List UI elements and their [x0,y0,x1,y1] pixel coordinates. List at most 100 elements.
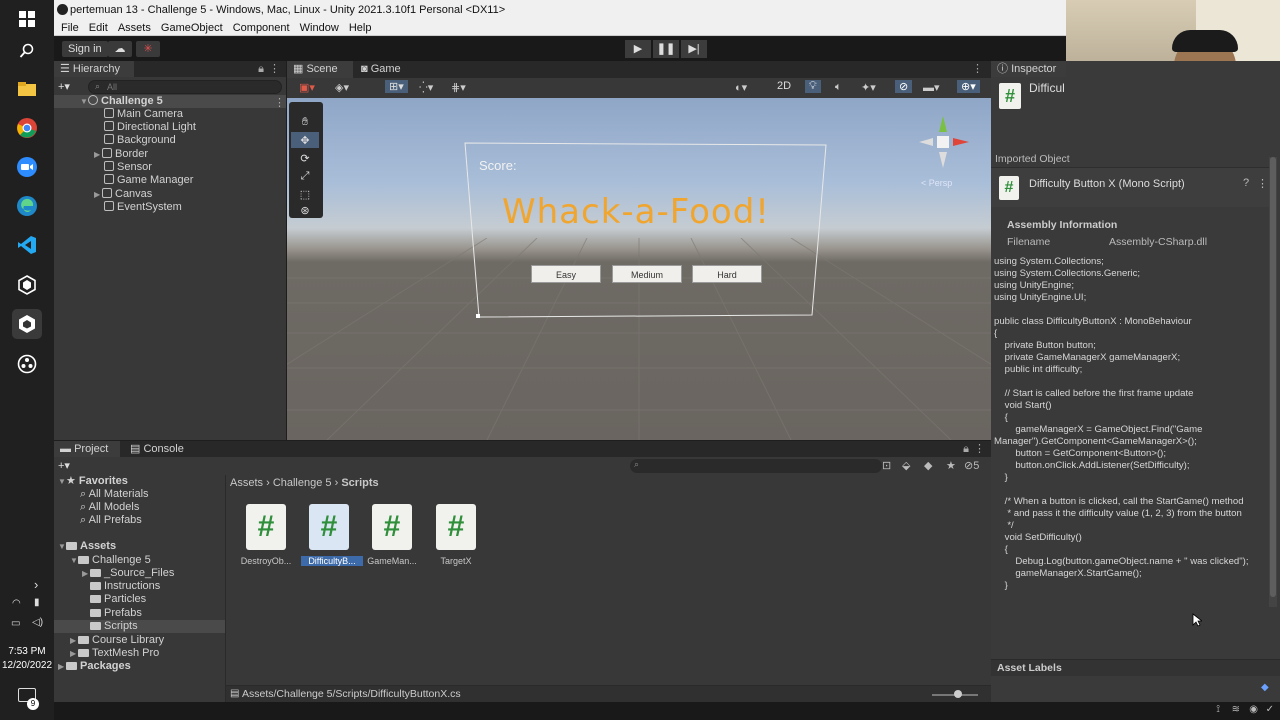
favorite-all-models[interactable]: ⌕ All Models [54,501,225,514]
search-by-type-icon[interactable]: ⊡ [882,459,891,472]
layers-icon[interactable]: ≋ [1232,704,1240,715]
folder-challenge-5[interactable]: ▼ Challenge 5 [54,554,225,567]
menu-help[interactable]: Help [349,22,372,34]
rotate-tool-icon[interactable]: ⟳ [291,150,319,166]
rect-tool-icon[interactable]: ⬚ [291,186,319,202]
hierarchy-item-canvas[interactable]: ▶ Canvas [54,188,286,201]
breadcrumb-scripts[interactable]: Scripts [341,477,378,489]
assets-row[interactable]: ▼ Assets [54,540,225,553]
favorites-row[interactable]: ▼★ Favorites [54,475,225,488]
shading-mode-icon[interactable]: ◈▾ [335,81,349,94]
tab-game[interactable]: ◙ Game [355,61,411,78]
hard-button[interactable]: Hard [692,265,762,283]
hand-tool-icon[interactable]: ✋︎ [291,114,319,130]
hierarchy-item-border[interactable]: ▶ Border [54,148,286,161]
hierarchy-search-input[interactable]: ⌕ All [88,80,282,94]
lock-icon[interactable]: 🔒︎ [258,63,264,76]
icon-size-slider[interactable] [932,690,978,698]
obs-icon[interactable] [12,349,42,379]
tag-icon[interactable]: ◆ [1261,682,1269,693]
zoom-icon[interactable] [12,152,42,182]
orientation-gizmo[interactable] [915,112,975,172]
expand-arrow-icon[interactable]: ▶ [94,188,102,201]
audio-toggle-icon[interactable]: 🔈︎ [835,81,842,94]
scale-tool-icon[interactable]: ⤢ [291,168,319,184]
sign-in-button[interactable]: Sign in [62,41,108,57]
camera-icon[interactable]: ▬▾ [923,81,940,94]
file-explorer-icon[interactable] [12,74,42,104]
packages-row[interactable]: ▶ Packages [54,660,225,673]
expand-arrow-icon[interactable]: ▶ [94,148,102,161]
pause-button[interactable]: ❚❚ [653,40,679,58]
cloud-sync-icon[interactable]: ◉ [1249,704,1258,715]
render-mode-icon[interactable]: ◐▾ [735,81,747,94]
2d-toggle-button[interactable]: 2D [773,80,795,92]
effects-icon[interactable]: ✦▾ [861,81,876,94]
speaker-icon[interactable]: ◁) [32,617,43,628]
easy-button[interactable]: Easy [531,265,601,283]
perspective-label[interactable]: < Persp [921,178,952,188]
file-label[interactable]: GameMan... [361,556,423,566]
play-button[interactable]: ▶ [625,40,651,58]
hierarchy-item-directional-light[interactable]: Directional Light [54,121,286,134]
hierarchy-item-main-camera[interactable]: Main Camera [54,108,286,121]
expand-arrow-icon[interactable]: ▶ [70,647,78,660]
step-button[interactable]: ▶| [681,40,707,58]
visibility-icon[interactable]: ⊘ [895,80,913,93]
tab-hierarchy[interactable]: ☰ Hierarchy [54,61,134,77]
grid-settings-icon[interactable]: ⋕▾ [451,81,466,94]
folder-textmesh-pro[interactable]: ▶ TextMesh Pro [54,647,225,660]
hierarchy-item-eventsystem[interactable]: EventSystem [54,201,286,214]
expand-arrow-icon[interactable]: ▶ [82,567,90,580]
scene-viewport[interactable]: Score: Whack-a-Food! Easy Medium Hard ✋︎… [287,98,991,440]
script-file-icon[interactable]: # [309,504,349,550]
expand-arrow-icon[interactable]: ▼ [80,95,88,108]
project-create-button[interactable]: +▾ [58,459,70,472]
label-filter-icon[interactable]: ◆ [924,459,932,472]
gizmos-icon[interactable]: ⊕▾ [957,80,980,93]
expand-arrow-icon[interactable]: ▶ [70,634,78,647]
windows-start-icon[interactable] [12,4,42,34]
hierarchy-item-sensor[interactable]: Sensor [54,161,286,174]
folder-prefabs[interactable]: Prefabs [54,607,225,620]
clock-time[interactable]: 7:53 PM [0,646,54,657]
show-hidden-icons-icon[interactable]: › [34,577,38,592]
file-label[interactable]: DestroyOb... [235,556,297,566]
tab-project[interactable]: ▬ Project [54,441,120,457]
expand-arrow-icon[interactable]: ▶ [58,660,66,673]
search-icon[interactable] [12,36,42,66]
medium-button[interactable]: Medium [612,265,682,283]
menu-window[interactable]: Window [300,22,339,34]
breadcrumb-assets[interactable]: Assets [230,477,263,489]
hidden-packages-toggle[interactable]: ⊘5 [964,459,979,472]
transform-space-icon[interactable]: ⊞▾ [385,80,408,93]
scene-more-options-icon[interactable]: ⋮ [972,62,983,75]
hierarchy-item-background[interactable]: Background [54,134,286,147]
favorite-all-materials[interactable]: ⌕ All Materials [54,488,225,501]
score-text[interactable]: Score: [479,158,517,173]
menu-file[interactable]: File [61,22,79,34]
tab-inspector[interactable]: ⓘ Inspector [991,61,1066,77]
search-by-label-icon[interactable]: ⬙ [902,459,910,472]
unity-editor-icon[interactable] [12,309,42,339]
move-tool-icon[interactable]: ✥ [291,132,319,148]
chrome-icon[interactable] [12,113,42,143]
scrollbar-thumb[interactable] [1270,157,1276,597]
lighting-toggle-icon[interactable]: 💡︎ [805,80,821,93]
slider-handle[interactable] [954,690,962,698]
lock-icon[interactable]: 🔒︎ [963,443,969,456]
folder-instructions[interactable]: Instructions [54,580,225,593]
folder-particles[interactable]: Particles [54,593,225,606]
vscode-icon[interactable] [12,230,42,260]
snapping-icon[interactable]: ⁛▾ [419,81,433,94]
favorite-all-prefabs[interactable]: ⌕ All Prefabs [54,514,225,527]
game-title-text[interactable]: Whack-a-Food! [502,192,770,232]
project-search-input[interactable]: ⌕ [630,459,882,473]
transform-tool-icon[interactable]: ⊛ [291,202,319,218]
breadcrumb-challenge-5[interactable]: Challenge 5 [273,477,332,489]
expand-arrow-icon[interactable]: ▼ [70,554,78,567]
inspector-scrollbar[interactable] [1269,157,1277,607]
menu-assets[interactable]: Assets [118,22,151,34]
script-file-icon[interactable]: # [436,504,476,550]
tab-scene[interactable]: ▦ Scene [287,61,353,78]
